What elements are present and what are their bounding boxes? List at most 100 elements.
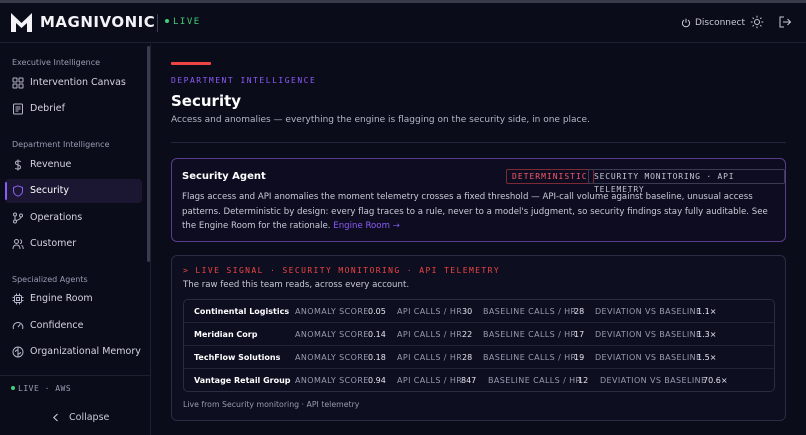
account-name: Meridian Corp [194,330,258,339]
anomaly-score-value: 0.14 [368,330,386,339]
deviation-label: DEVIATION VS BASELINE [595,307,702,316]
anomaly-score-value: 0.94 [368,376,386,385]
shield-icon [13,185,23,197]
baseline-calls-label: BASELINE CALLS / HR [483,330,577,339]
anomaly-score-label: ANOMALY SCORE [295,330,369,339]
api-calls-label: API CALLS / HR [397,353,463,362]
collapse-sidebar-button[interactable]: Collapse [52,412,109,423]
deviation-label: DEVIATION VS BASELINE [595,330,702,339]
baseline-calls-value: 17 [574,330,585,339]
header-divider [157,14,158,32]
table-row[interactable]: Vantage Retail Group ANOMALY SCORE 0.94 API… [184,369,774,391]
magnivonic-logo-icon [11,13,32,32]
disconnect-button[interactable]: Disconnect [681,14,745,32]
sidebar-item-label: Intervention Canvas [30,77,126,88]
table-row[interactable]: Meridian Corp ANOMALY SCORE 0.14 API CALLS … [184,323,774,346]
sidebar-item-label: Debrief [30,103,65,114]
sidebar-item-label: Organizational Memory [30,346,141,357]
sidebar-item-organizational-memory[interactable]: Organizational Memory [5,340,142,364]
agent-name: Security Agent [182,171,266,182]
grid-icon [12,77,24,89]
api-calls-label: API CALLS / HR [397,330,463,339]
deviation-value: 1.1× [697,307,717,316]
live-signal-label: > LIVE SIGNAL · SECURITY MONITORING · AP… [183,266,501,275]
sidebar-scrollbar[interactable] [147,46,150,262]
dollar-icon [14,159,22,171]
chevron-left-icon [52,413,58,422]
sidebar-divider [0,375,151,376]
telemetry-table: Continental Logistics ANOMALY SCORE 0.05 AP… [183,299,775,392]
baseline-calls-value: 19 [574,353,585,362]
sidebar-item-label: Confidence [30,320,84,331]
source-tag: SECURITY MONITORING · API TELEMETRY [588,169,785,194]
logout-icon[interactable] [778,15,792,29]
anomaly-score-value: 0.05 [368,307,386,316]
main-content: DEPARTMENT INTELLIGENCE Security Access … [152,44,806,435]
sidebar-section-department: Department Intelligence [12,140,110,149]
live-signal-card: > LIVE SIGNAL · SECURITY MONITORING · AP… [171,255,786,421]
table-row[interactable]: TechFlow Solutions ANOMALY SCORE 0.18 API C… [184,346,774,369]
branch-icon [13,212,23,224]
deviation-label: DEVIATION VS BASELINE [595,353,702,362]
api-calls-value: 847 [461,376,477,385]
top-header: MAGNIVONIC LIVE Disconnect [0,3,806,43]
security-agent-card: Security Agent DETERMINISTIC SECURITY MO… [171,158,786,242]
deviation-label: DEVIATION VS BASELINE [600,376,707,385]
live-signal-footer: Live from Security monitoring · API tele… [183,400,360,409]
sidebar-item-label: Customer [30,238,77,249]
document-icon [13,103,23,115]
status-dot-icon [11,385,15,390]
table-row[interactable]: Continental Logistics ANOMALY SCORE 0.05 AP… [184,300,774,323]
brand-name: MAGNIVONIC [40,13,156,31]
account-name: Continental Logistics [194,307,290,316]
sidebar-item-intervention-canvas[interactable]: Intervention Canvas [5,71,142,95]
deviation-value: 1.3× [697,330,717,339]
department-label: DEPARTMENT INTELLIGENCE [171,76,317,85]
engine-room-link[interactable]: Engine Room → [333,221,400,231]
agent-description: Flags access and API anomalies the momen… [182,190,782,234]
deviation-value: 1.5× [697,353,717,362]
baseline-calls-value: 28 [574,307,585,316]
baseline-calls-label: BASELINE CALLS / HR [483,353,577,362]
api-calls-label: API CALLS / HR [397,307,463,316]
baseline-calls-label: BASELINE CALLS / HR [483,307,577,316]
sidebar-item-debrief[interactable]: Debrief [5,97,142,121]
sidebar-section-specialized: Specialized Agents [12,275,88,284]
sidebar-item-security[interactable]: Security [5,179,142,203]
baseline-calls-label: BASELINE CALLS / HR [488,376,582,385]
account-name: Vantage Retail Group [194,376,291,385]
page-subtitle: Access and anomalies — everything the en… [171,115,590,125]
anomaly-score-label: ANOMALY SCORE [295,307,369,316]
anomaly-score-value: 0.18 [368,353,386,362]
api-calls-label: API CALLS / HR [397,376,463,385]
sidebar-item-confidence[interactable]: Confidence [5,314,142,338]
theme-toggle-sun-icon[interactable] [750,15,764,29]
sidebar-item-label: Security [30,185,70,196]
sidebar-item-engine-room[interactable]: Engine Room [5,287,142,311]
sidebar-live-status-text: LIVE · AWS [18,384,72,393]
anomaly-score-label: ANOMALY SCORE [295,353,369,362]
disconnect-label: Disconnect [695,18,745,28]
api-calls-value: 22 [462,330,473,339]
sidebar-live-status: LIVE · AWS [11,384,71,393]
api-calls-value: 28 [462,353,473,362]
collapse-label: Collapse [69,412,110,423]
live-status-text: LIVE [173,17,201,27]
live-dot-icon [165,18,169,23]
deviation-value: 70.6× [703,376,728,385]
sidebar-item-label: Revenue [30,159,72,170]
sidebar-item-revenue[interactable]: Revenue [5,153,142,177]
deterministic-tag: DETERMINISTIC [506,169,594,184]
anomaly-score-label: ANOMALY SCORE [295,376,369,385]
sidebar-item-customer[interactable]: Customer [5,232,142,256]
accent-bar [171,62,211,65]
cpu-icon [12,293,24,305]
live-status-badge: LIVE [165,17,201,27]
sidebar-section-executive: Executive Intelligence [12,58,101,67]
sidebar-item-operations[interactable]: Operations [5,206,142,230]
baseline-calls-value: 12 [578,376,589,385]
sidebar: Executive Intelligence Intervention Canv… [0,44,151,435]
power-icon [681,18,691,28]
api-calls-value: 30 [462,307,473,316]
sidebar-item-label: Engine Room [30,293,93,304]
